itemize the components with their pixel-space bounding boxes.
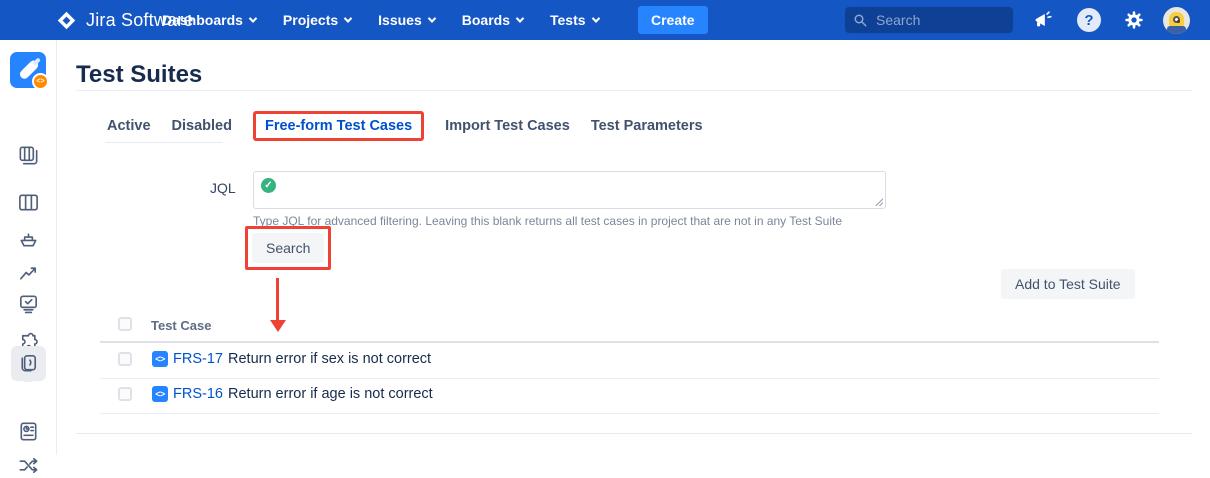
table-header-test-case: Test Case xyxy=(151,318,211,333)
table-row: <> FRS-17 Return error if sex is not cor… xyxy=(100,342,1159,378)
sidebar-releases-icon[interactable] xyxy=(16,227,41,252)
sidebar-reports-icon[interactable] xyxy=(16,261,41,286)
select-all-checkbox[interactable] xyxy=(118,317,132,331)
divider xyxy=(105,142,223,143)
main-menu: Dashboards Projects Issues Boards Tests xyxy=(162,0,599,40)
sidebar-shuffle-icon[interactable] xyxy=(16,453,41,478)
menu-issues[interactable]: Issues xyxy=(378,12,435,28)
search-placeholder: Search xyxy=(876,12,920,28)
sidebar-columns-icon[interactable] xyxy=(16,190,41,215)
search-icon xyxy=(853,13,868,28)
jql-label: JQL xyxy=(210,180,236,196)
issue-key-link[interactable]: FRS-16 xyxy=(173,386,223,402)
global-search-input[interactable]: Search xyxy=(845,7,1013,33)
divider xyxy=(76,90,1192,91)
annotation-box-free-form-tab: Free-form Test Cases xyxy=(253,111,424,141)
search-button[interactable]: Search xyxy=(252,233,324,263)
tab-bar: Active Disabled Free-form Test Cases Imp… xyxy=(107,111,703,141)
tab-disabled[interactable]: Disabled xyxy=(172,118,232,134)
minion-goggle xyxy=(1173,16,1180,23)
table-row: <> FRS-16 Return error if age is not cor… xyxy=(100,377,1159,413)
jql-textarea[interactable]: ✓ xyxy=(253,171,886,209)
project-sidebar: <> xyxy=(0,40,57,455)
chevron-down-icon xyxy=(428,14,436,22)
code-badge-icon: <> xyxy=(32,73,49,90)
chevron-down-icon xyxy=(249,14,257,22)
annotation-arrow xyxy=(276,278,279,320)
annotation-box-search-button: Search xyxy=(245,226,331,270)
sidebar-pages-icon[interactable] xyxy=(16,351,41,376)
chevron-down-icon xyxy=(591,14,599,22)
test-case-type-icon[interactable]: <> xyxy=(152,351,168,367)
chevron-down-icon xyxy=(516,14,524,22)
divider xyxy=(100,413,1159,414)
tab-active[interactable]: Active xyxy=(107,118,151,134)
sidebar-project-reports-icon[interactable] xyxy=(16,419,41,444)
project-avatar[interactable]: <> xyxy=(10,52,46,88)
issue-key-link[interactable]: FRS-17 xyxy=(173,351,223,367)
valid-check-icon: ✓ xyxy=(261,178,276,193)
create-button[interactable]: Create xyxy=(638,6,708,34)
sidebar-tests-icon[interactable] xyxy=(16,292,41,317)
issue-summary: Return error if age is not correct xyxy=(228,386,433,402)
row-checkbox[interactable] xyxy=(118,387,132,401)
row-checkbox[interactable] xyxy=(118,352,132,366)
gear-icon[interactable] xyxy=(1122,8,1146,32)
help-icon[interactable]: ? xyxy=(1077,8,1101,32)
test-case-type-icon[interactable]: <> xyxy=(152,386,168,402)
user-avatar[interactable] xyxy=(1163,7,1190,34)
page-title: Test Suites xyxy=(76,61,202,89)
add-to-test-suite-button[interactable]: Add to Test Suite xyxy=(1001,269,1135,299)
menu-dashboards[interactable]: Dashboards xyxy=(162,12,256,28)
menu-tests[interactable]: Tests xyxy=(550,12,599,28)
tab-import-test-cases[interactable]: Import Test Cases xyxy=(445,118,570,134)
sidebar-boards-icon[interactable] xyxy=(16,143,41,168)
annotation-arrow-head xyxy=(270,320,286,332)
megaphone-icon[interactable] xyxy=(1031,8,1055,32)
tab-free-form-test-cases[interactable]: Free-form Test Cases xyxy=(265,118,412,134)
resize-handle-icon[interactable] xyxy=(874,197,883,206)
top-navbar: Jira Software Dashboards Projects Issues… xyxy=(0,0,1210,40)
divider xyxy=(76,433,1192,434)
jira-diamond-icon xyxy=(56,10,77,31)
jql-helper-text: Type JQL for advanced filtering. Leaving… xyxy=(253,214,842,228)
tab-test-parameters[interactable]: Test Parameters xyxy=(591,118,703,134)
issue-summary: Return error if sex is not correct xyxy=(228,351,431,367)
main-content: Test Suites Active Disabled Free-form Te… xyxy=(57,40,1210,455)
menu-projects[interactable]: Projects xyxy=(283,12,351,28)
chevron-down-icon xyxy=(344,14,352,22)
menu-boards[interactable]: Boards xyxy=(462,12,523,28)
